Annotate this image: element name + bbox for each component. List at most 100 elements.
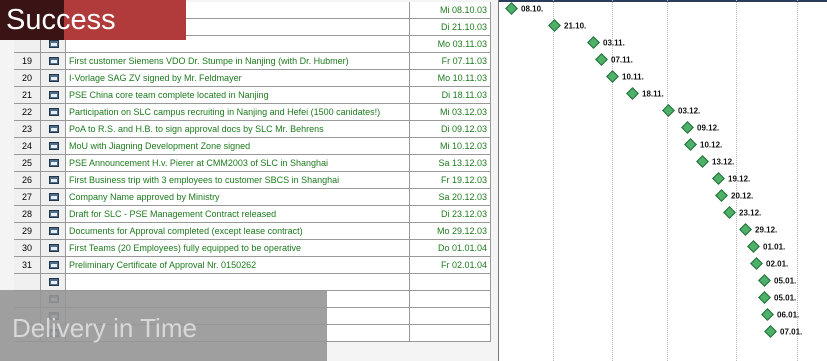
milestone-marker: 20.12. xyxy=(715,189,754,203)
task-row[interactable]: 26 First Business trip with 3 employees t… xyxy=(0,172,498,189)
task-row[interactable] xyxy=(0,274,498,291)
row-number: 23 xyxy=(14,121,41,138)
row-number: 28 xyxy=(14,206,41,223)
task-row[interactable]: 27 Company Name approved by Ministry Sa 20… xyxy=(0,189,498,206)
milestone-diamond-icon xyxy=(758,291,771,305)
gantt-gridline xyxy=(797,0,798,361)
milestone-label: 07.01. xyxy=(780,327,803,337)
success-title: Success xyxy=(6,4,116,36)
task-row[interactable]: 22 Participation on SLC campus recruiting… xyxy=(0,104,498,121)
milestone-diamond-icon xyxy=(587,36,600,50)
milestone-marker: 13.12. xyxy=(696,155,735,169)
row-number: 19 xyxy=(14,53,41,70)
milestone-indicator-icon xyxy=(41,87,66,104)
milestone-label: 07.11. xyxy=(611,55,633,65)
row-number: 27 xyxy=(14,189,41,206)
milestone-indicator-icon xyxy=(41,138,66,155)
task-name: Documents for Approval completed (except… xyxy=(66,223,410,240)
milestone-diamond-icon xyxy=(696,155,709,169)
task-date xyxy=(410,274,491,291)
task-row[interactable]: 31 Preliminary Certificate of Approval Nr… xyxy=(0,257,498,274)
task-date: Mi 03.12.03 xyxy=(410,104,491,121)
row-number: 20 xyxy=(14,70,41,87)
milestone-diamond-icon xyxy=(739,223,752,237)
row-number: 29 xyxy=(14,223,41,240)
milestone-label: 29.12. xyxy=(755,225,778,235)
milestone-diamond-icon xyxy=(626,87,639,101)
task-name: I-Vorlage SAG ZV signed by Mr. Feldmayer xyxy=(66,70,410,87)
milestone-diamond-icon xyxy=(761,308,774,322)
task-row[interactable]: 19 First customer Siemens VDO Dr. Stumpe … xyxy=(0,53,498,70)
task-name: First Teams (20 Employees) fully equippe… xyxy=(66,240,410,257)
milestone-label: 05.01. xyxy=(774,293,797,303)
milestone-label: 23.12. xyxy=(739,208,762,218)
milestone-label: 03.12. xyxy=(678,106,701,116)
milestone-diamond-icon xyxy=(684,138,697,152)
task-name: Participation on SLC campus recruiting i… xyxy=(66,104,410,121)
task-date: Mi 10.12.03 xyxy=(410,138,491,155)
row-number: 26 xyxy=(14,172,41,189)
task-name: First Business trip with 3 employees to … xyxy=(66,172,410,189)
gantt-gridline xyxy=(667,0,668,361)
milestone-label: 20.12. xyxy=(731,191,754,201)
milestone-marker: 03.12. xyxy=(662,104,701,118)
milestone-marker: 07.11. xyxy=(595,53,633,67)
task-name: PSE China core team complete located in … xyxy=(66,87,410,104)
milestone-indicator-icon xyxy=(41,172,66,189)
task-date xyxy=(410,325,491,342)
milestone-diamond-icon xyxy=(548,19,561,33)
task-date: Di 23.12.03 xyxy=(410,206,491,223)
task-date: Mo 10.11.03 xyxy=(410,70,491,87)
task-date xyxy=(410,291,491,308)
milestone-label: 19.12. xyxy=(728,174,751,184)
milestone-diamond-icon xyxy=(606,70,619,84)
milestone-marker: 18.11. xyxy=(626,87,664,101)
delivery-title: Delivery in Time xyxy=(12,313,197,343)
task-row[interactable]: 25 PSE Announcement H.v. Pierer at CMM200… xyxy=(0,155,498,172)
task-name: PoA to R.S. and H.B. to sign approval do… xyxy=(66,121,410,138)
task-name: PSE Announcement H.v. Pierer at CMM2003 … xyxy=(66,155,410,172)
milestone-marker: 06.01. xyxy=(761,308,799,322)
milestone-indicator-icon xyxy=(41,70,66,87)
milestone-indicator-icon xyxy=(41,223,66,240)
task-row[interactable]: 23 PoA to R.S. and H.B. to sign approval … xyxy=(0,121,498,138)
milestone-marker: 07.01. xyxy=(764,325,803,339)
milestone-label: 13.12. xyxy=(712,157,735,167)
task-date: Mo 29.12.03 xyxy=(410,223,491,240)
milestone-marker: 05.01. xyxy=(758,274,796,288)
task-row[interactable]: 29 Documents for Approval completed (exce… xyxy=(0,223,498,240)
milestone-label: 03.11. xyxy=(603,38,625,48)
milestone-indicator-icon xyxy=(41,274,66,291)
milestone-indicator-icon xyxy=(41,189,66,206)
task-name: Draft for SLC - PSE Management Contract … xyxy=(66,206,410,223)
row-number: 31 xyxy=(14,257,41,274)
milestone-diamond-icon xyxy=(662,104,675,118)
milestone-indicator-icon xyxy=(41,206,66,223)
task-row[interactable]: 24 MoU with Jiagning Development Zone sig… xyxy=(0,138,498,155)
task-row[interactable]: 30 First Teams (20 Employees) fully equip… xyxy=(0,240,498,257)
task-date: Di 18.11.03 xyxy=(410,87,491,104)
task-row[interactable]: 21 PSE China core team complete located i… xyxy=(0,87,498,104)
milestone-indicator-icon xyxy=(41,155,66,172)
milestone-diamond-icon xyxy=(595,53,608,67)
task-date: Fr 07.11.03 xyxy=(410,53,491,70)
gantt-chart: 08.10. 21.10. 03.11. 07.11. 10.11. 18.11. 03.1… xyxy=(498,0,827,361)
row-number: 21 xyxy=(14,87,41,104)
milestone-diamond-icon xyxy=(505,2,518,16)
milestone-label: 10.12. xyxy=(700,140,723,150)
milestone-label: 08.10. xyxy=(521,4,544,14)
milestone-label: 09.12. xyxy=(697,123,720,133)
task-date: Sa 13.12.03 xyxy=(410,155,491,172)
task-row[interactable]: 20 I-Vorlage SAG ZV signed by Mr. Feldmay… xyxy=(0,70,498,87)
milestone-label: 01.01. xyxy=(763,242,786,252)
task-name: First customer Siemens VDO Dr. Stumpe in… xyxy=(66,53,410,70)
task-date: Sa 20.12.03 xyxy=(410,189,491,206)
delivery-overlay: Delivery in Time xyxy=(0,290,327,361)
task-name: Company Name approved by Ministry xyxy=(66,189,410,206)
milestone-marker: 02.01. xyxy=(750,257,788,271)
row-number: 30 xyxy=(14,240,41,257)
gantt-gridline xyxy=(553,0,554,361)
milestone-diamond-icon xyxy=(723,206,736,220)
task-name xyxy=(66,274,410,291)
task-row[interactable]: 28 Draft for SLC - PSE Management Contrac… xyxy=(0,206,498,223)
